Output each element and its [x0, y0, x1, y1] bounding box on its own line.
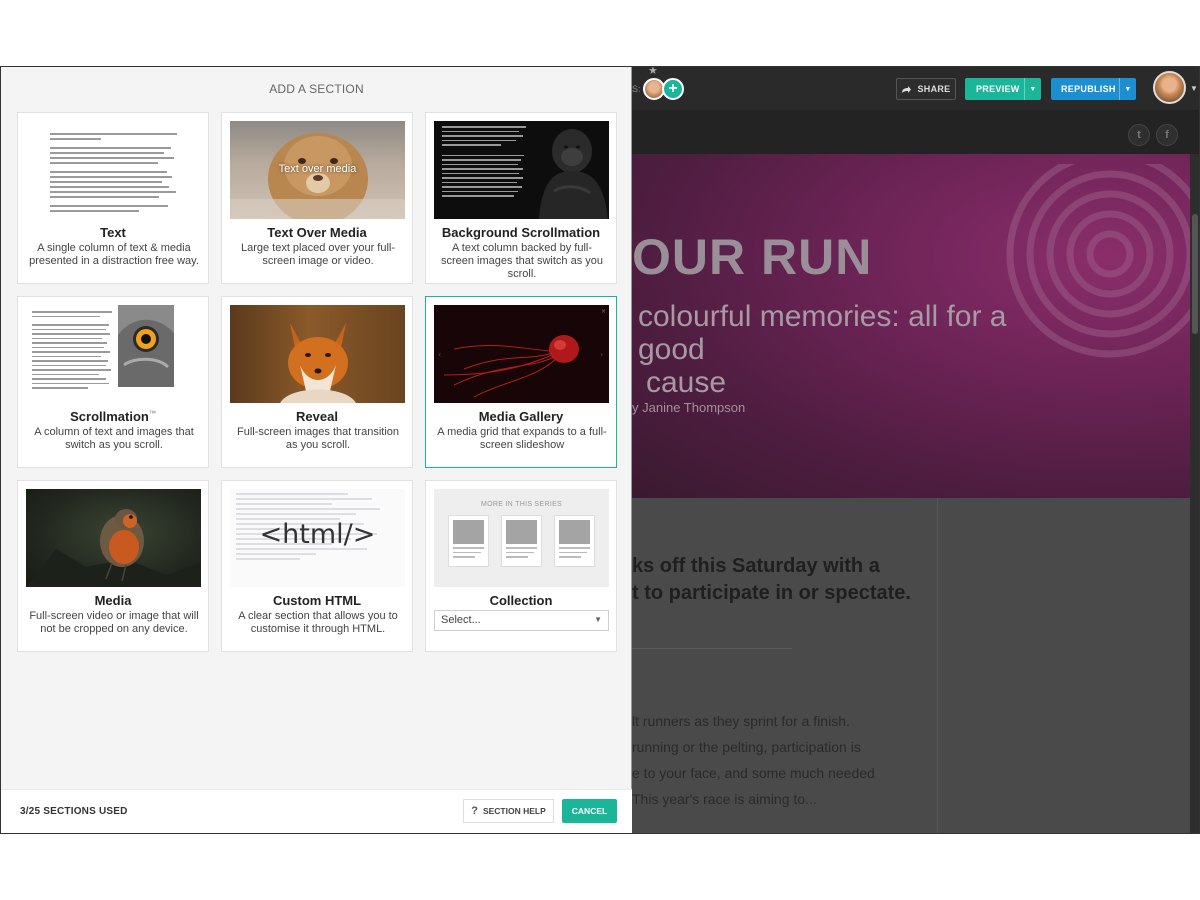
card-description: Full-screen video or image that will not… — [29, 610, 199, 635]
section-help-label: SECTION HELP — [482, 806, 546, 816]
section-card-media-gallery[interactable]: ‹ › × Media Gallery A media grid that ex… — [425, 296, 617, 468]
republish-label: REPUBLISH — [1061, 84, 1116, 94]
story-body-side — [937, 498, 1190, 834]
card-title: Reveal — [296, 409, 338, 424]
card-description: A column of text and images that switch … — [34, 426, 194, 451]
section-card-background-scrollmation[interactable]: Background Scrollmation A text column ba… — [425, 112, 617, 284]
svg-text:‹: ‹ — [438, 350, 441, 359]
collection-select[interactable]: Select... ▼ — [434, 610, 609, 631]
owl-image — [26, 305, 201, 403]
code-thumbnail: <html/> — [230, 489, 405, 587]
svg-text:×: × — [601, 308, 606, 315]
facebook-icon[interactable]: f — [1156, 124, 1178, 146]
cancel-button[interactable]: CANCEL — [562, 799, 617, 823]
lioness-image: Text over media — [230, 121, 405, 219]
section-card-custom-html[interactable]: <html/> Custom HTML A clear section that… — [221, 480, 413, 652]
share-button[interactable]: SHARE — [896, 78, 956, 100]
collection-item-preview — [554, 515, 595, 567]
card-title: Media Gallery — [478, 409, 564, 424]
add-section-panel: ADD A SECTION Text A single column of te… — [1, 67, 632, 833]
sections-used-count: 3/25 SECTIONS USED — [20, 806, 128, 817]
card-description: Full-screen images that transition as yo… — [236, 426, 399, 451]
section-card-media[interactable]: Media Full-screen video or image that wi… — [17, 480, 209, 652]
preview-button[interactable]: PREVIEW ▼ — [965, 78, 1041, 100]
body-line: This year's race is aiming to... — [632, 791, 817, 807]
fox-image — [230, 305, 405, 403]
story-cover[interactable]: OUR RUN colourful memories: all for a go… — [632, 154, 1190, 498]
card-title: Media — [94, 593, 132, 608]
story-title[interactable]: OUR RUN — [632, 228, 872, 286]
jellyfish-image: ‹ › × — [434, 305, 609, 403]
republish-button[interactable]: REPUBLISH ▼ — [1051, 78, 1136, 100]
collection-item-preview — [448, 515, 489, 567]
body-paragraph: lt runners as they sprint for a finish. … — [632, 708, 932, 812]
card-title: Custom HTML — [272, 593, 362, 608]
body-line: lt runners as they sprint for a finish. — [632, 713, 850, 729]
preview-label: PREVIEW — [976, 84, 1020, 94]
gorilla-image — [434, 121, 609, 219]
gorilla-illustration — [539, 129, 608, 219]
robin-image — [26, 489, 201, 587]
republish-dropdown-icon[interactable]: ▼ — [1119, 78, 1136, 100]
svg-text:›: › — [600, 350, 603, 359]
editor-scrollbar[interactable] — [1190, 154, 1200, 834]
text-thumbnail — [26, 121, 201, 219]
collection-item-preview — [501, 515, 542, 567]
twitter-icon[interactable]: t — [1128, 124, 1150, 146]
body-line: e to your face, and some much needed — [632, 765, 875, 781]
section-card-collection[interactable]: MORE IN THIS SERIES Collection Select...… — [425, 480, 617, 652]
preview-dropdown-icon[interactable]: ▼ — [1024, 78, 1041, 100]
divider — [632, 648, 792, 649]
card-description: A text column backed by full-screen imag… — [440, 242, 604, 280]
card-title: Text — [100, 225, 126, 240]
card-title: Background Scrollmation — [441, 225, 601, 240]
panel-title: ADD A SECTION — [269, 82, 364, 96]
html-tag-graphic: <html/> — [259, 519, 376, 550]
user-avatar[interactable] — [1153, 71, 1186, 104]
story-subtitle-line-1: colourful memories: all for a good — [638, 300, 1007, 366]
card-description: A clear section that allows you to custo… — [238, 610, 398, 635]
panel-footer: 3/25 SECTIONS USED ? SECTION HELP CANCEL — [1, 789, 632, 833]
story-subtitle[interactable]: colourful memories: all for a good cause — [638, 300, 1078, 399]
collection-thumbnail: MORE IN THIS SERIES — [434, 489, 609, 587]
collection-select-value: Select... — [441, 614, 481, 626]
text-over-media-overlay: Text over media — [278, 163, 357, 175]
section-card-scrollmation[interactable]: Scrollmation™ A column of text and image… — [17, 296, 209, 468]
card-title: Scrollmation™ — [18, 409, 208, 424]
body-heading-line-1: ks off this Saturday with a — [632, 555, 880, 577]
section-help-button[interactable]: ? SECTION HELP — [463, 799, 554, 823]
star-icon: ★ — [648, 66, 658, 77]
section-card-reveal[interactable]: Reveal Full-screen images that transitio… — [221, 296, 413, 468]
robin-illustration — [26, 509, 201, 587]
card-description: A single column of text & media presente… — [29, 242, 199, 267]
body-line: running or the pelting, participation is — [632, 739, 861, 755]
body-heading-line-2: t to participate in or spectate. — [632, 582, 911, 604]
card-description: Large text placed over your full-screen … — [240, 242, 396, 267]
help-icon: ? — [471, 805, 478, 817]
owl-illustration — [118, 305, 174, 387]
chevron-down-icon: ▼ — [594, 615, 602, 624]
card-description: A media grid that expands to a full-scre… — [437, 426, 607, 451]
collection-thumb-header: MORE IN THIS SERIES — [480, 501, 563, 508]
section-card-text[interactable]: Text A single column of text & media pre… — [17, 112, 209, 284]
add-collaborator-button[interactable]: + — [662, 78, 684, 100]
share-arrow-icon — [902, 85, 912, 93]
fox-illustration — [280, 323, 356, 403]
body-heading: ks off this Saturday with a t to partici… — [632, 553, 932, 607]
trademark-symbol: ™ — [148, 410, 156, 418]
story-byline: y Janine Thompson — [632, 400, 746, 415]
user-menu-chevron-icon[interactable]: ▼ — [1190, 84, 1198, 93]
collaborators-label: S: — [632, 84, 641, 94]
card-title: Collection — [489, 593, 553, 608]
story-body[interactable]: ks off this Saturday with a t to partici… — [632, 498, 937, 834]
section-card-text-over-media[interactable]: Text over media Text Over Media Large te… — [221, 112, 413, 284]
story-subtitle-line-2: cause — [646, 366, 727, 399]
card-title-text: Scrollmation — [70, 409, 149, 424]
share-label: SHARE — [917, 84, 951, 94]
scrollbar-thumb[interactable] — [1192, 214, 1198, 334]
jellyfish-illustration: ‹ › × — [434, 305, 609, 403]
card-title: Text Over Media — [267, 225, 367, 240]
